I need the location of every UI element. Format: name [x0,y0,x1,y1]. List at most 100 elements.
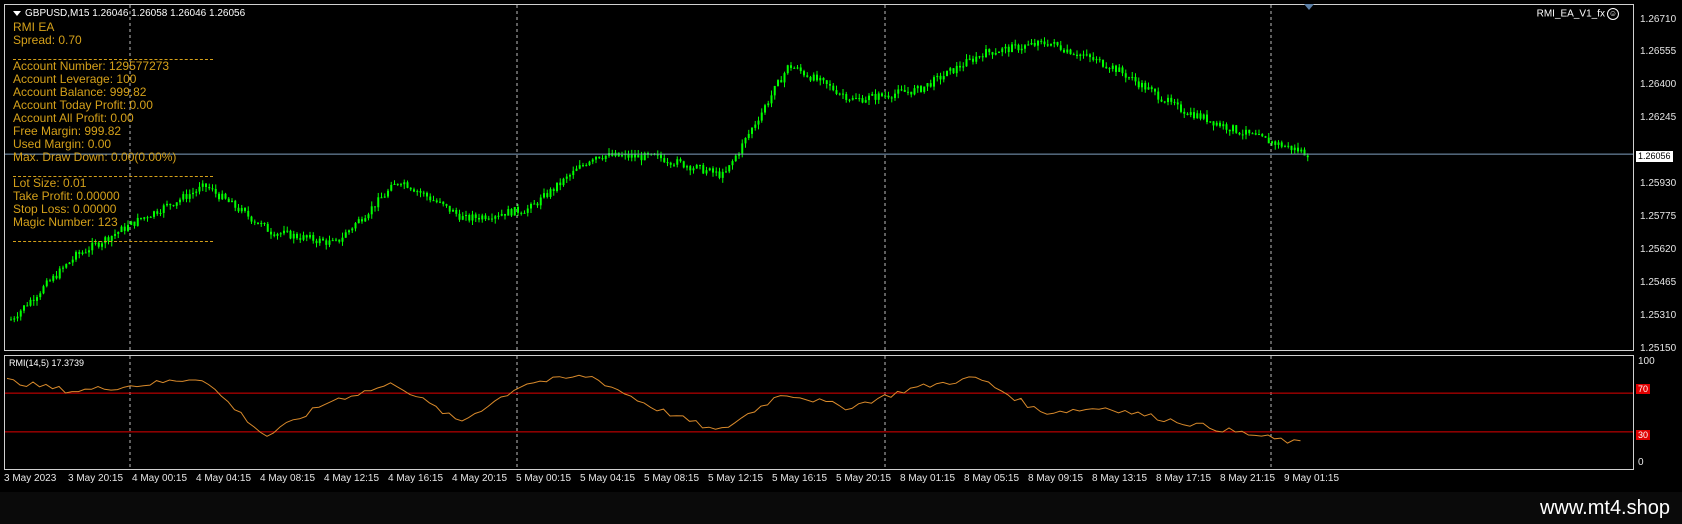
shift-marker-icon[interactable] [1304,4,1314,10]
candle [835,85,838,96]
candle [952,68,955,75]
candle [936,73,939,82]
candle [1079,53,1082,61]
candle [13,316,16,323]
dropdown-triangle-icon[interactable] [13,10,21,16]
candle [1222,121,1225,130]
rmi-indicator-panel[interactable]: RMI(14,5) 17.3739 [4,355,1634,470]
candle [97,241,100,249]
candle [286,226,289,233]
candle [500,209,503,217]
candle [881,92,883,98]
candle [871,91,874,97]
candle [380,192,383,199]
indicator-tick: 100 [1638,356,1655,367]
candle [1154,88,1156,96]
candle [1111,63,1114,72]
candle [1121,65,1124,77]
candle [910,91,913,98]
price-tick: 1.25465 [1640,277,1677,288]
candle [491,213,493,222]
candle [838,92,841,96]
candle [608,148,610,158]
candle [783,71,786,88]
candle [237,203,240,213]
candle [354,221,357,232]
candle [426,191,428,201]
candle [715,167,718,177]
candle [331,237,334,242]
candle [972,55,974,65]
watermark: www.mt4.shop [1539,497,1670,519]
candle [751,126,753,139]
candle [45,278,48,288]
candle [647,151,649,159]
candle [338,239,341,244]
smiley-icon[interactable]: ☺ [1607,8,1619,20]
candle [273,231,276,238]
candle [569,173,571,181]
price-tick: 1.26710 [1640,14,1677,25]
candle [926,83,929,92]
candle [296,232,298,240]
candle [923,86,926,94]
candle [1251,132,1254,135]
candle [318,235,321,246]
candle [481,213,484,223]
candle [487,215,490,221]
candle [16,312,19,322]
candle [1056,41,1059,47]
candle [731,159,734,170]
candle [1232,124,1234,135]
price-chart-panel[interactable]: GBPUSD,M15 1.26046 1.26058 1.26046 1.260… [4,4,1634,351]
candle [530,202,532,214]
candle [1297,142,1299,154]
time-axis[interactable]: 3 May 2023 3 May 20:15 4 May 00:15 4 May 04… [4,470,1682,492]
candle [894,89,896,101]
candle [949,66,952,75]
symbol-header[interactable]: GBPUSD,M15 1.26046 1.26058 1.26046 1.260… [13,8,245,19]
candle [543,188,545,199]
candle [562,177,565,187]
candle [520,211,523,216]
candle [1225,122,1228,134]
candle [1098,56,1101,63]
candle [764,103,766,115]
candle [1004,43,1007,54]
candle [416,189,419,196]
candle [777,79,779,87]
candle [1228,129,1231,136]
candle [874,89,877,105]
candle [409,187,412,192]
ea-name-text: RMI_EA_V1_fx [1536,8,1605,20]
time-tick: 4 May 16:15 [388,473,444,484]
candle [214,184,217,198]
candle [725,166,727,173]
candle [578,160,581,170]
expert-advisor-label[interactable]: RMI_EA_V1_fx ☺ [1537,8,1619,20]
candle [1118,64,1121,72]
candle [780,76,783,83]
candle [916,84,919,93]
candle [682,160,685,169]
candle [689,164,692,176]
level-70-tag: 70 [1636,384,1651,394]
candle [458,209,461,222]
candle [1037,39,1039,51]
candle [994,48,997,56]
candle [861,94,864,104]
candle [1219,120,1221,128]
candle [864,96,867,104]
time-tick: 8 May 05:15 [964,473,1020,484]
candle [55,271,58,280]
candle [1202,113,1205,121]
candle [227,196,230,203]
candle [549,187,552,199]
candle [510,208,513,218]
candle [471,210,474,225]
candle [52,274,55,283]
candle [393,180,396,185]
candle [39,291,42,300]
price-scale[interactable]: 1.26710 1.26555 1.26400 1.26245 1.25930 … [1634,4,1682,354]
candle [507,205,510,216]
